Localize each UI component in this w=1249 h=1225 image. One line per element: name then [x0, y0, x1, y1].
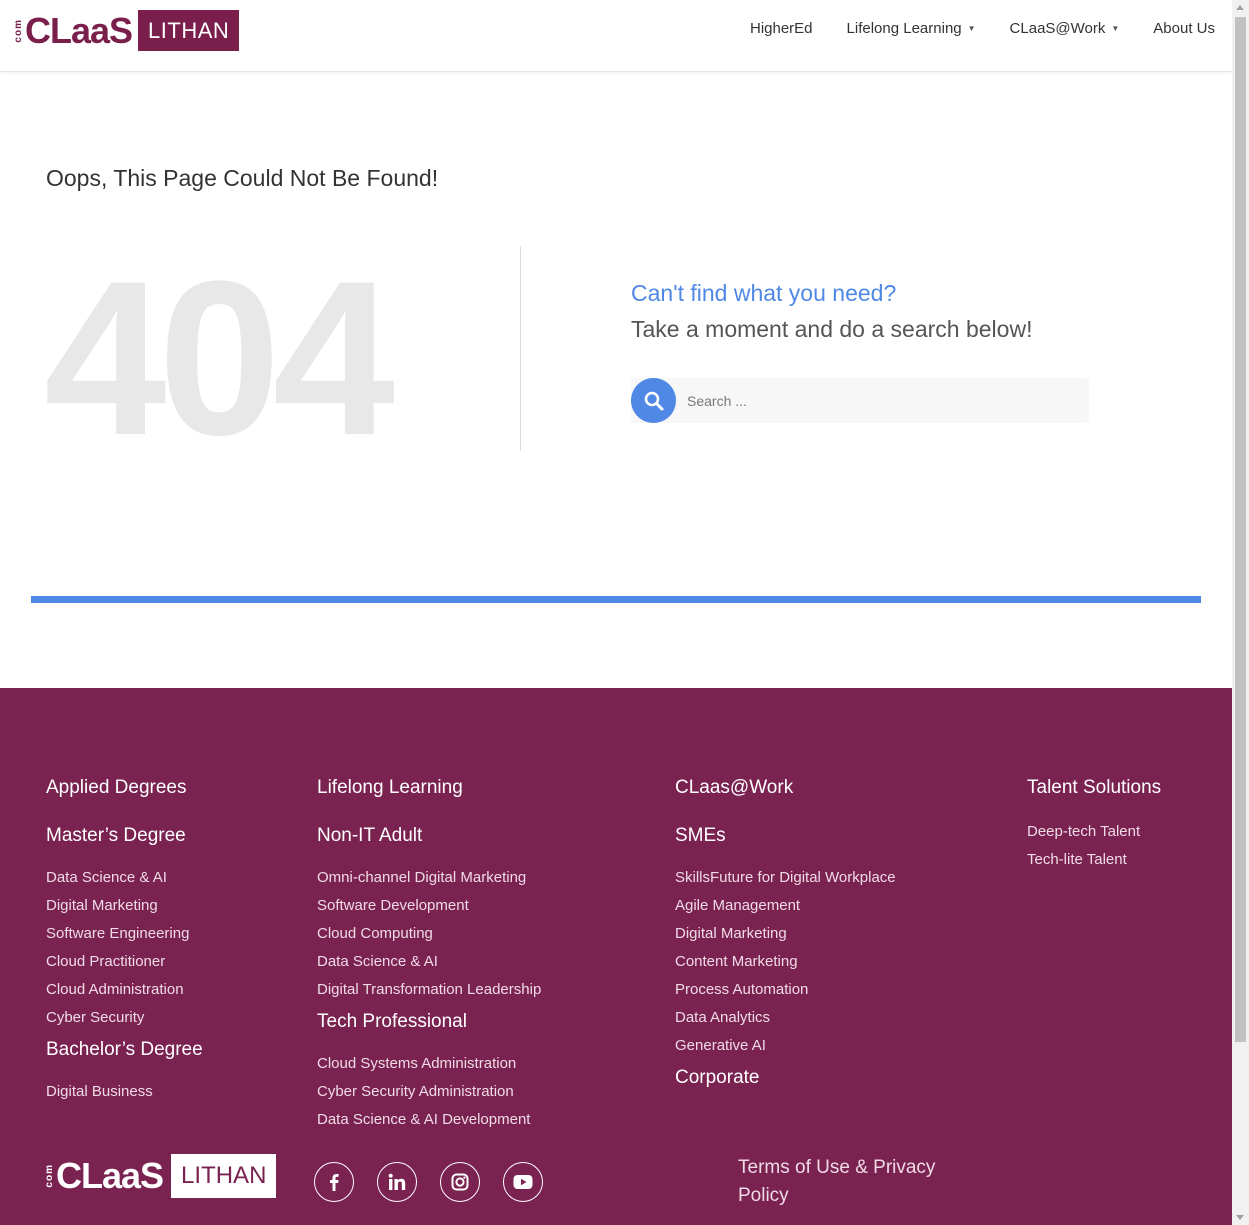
search-button[interactable] [631, 378, 676, 423]
logo-claas-text: CLaaS [56, 1155, 164, 1196]
footer-heading[interactable]: Talent Solutions [1027, 776, 1161, 822]
youtube-icon [513, 1175, 533, 1189]
footer-link[interactable]: Data Science & AI Development [317, 1110, 541, 1138]
instagram-link[interactable] [440, 1162, 480, 1202]
page-title: Oops, This Page Could Not Be Found! [46, 165, 439, 191]
caret-down-icon: ▼ [967, 24, 976, 33]
footer-link[interactable]: Deep-tech Talent [1027, 822, 1161, 850]
footer-link[interactable]: Omni-channel Digital Marketing [317, 868, 541, 896]
logo-com-text: com [44, 1164, 55, 1188]
nav-claas-at-work[interactable]: CLaaS@Work ▼ [1010, 20, 1120, 37]
site-logo[interactable]: com CLaaS LITHAN [13, 9, 240, 51]
nav-about-us[interactable]: About Us [1153, 20, 1215, 37]
footer-link[interactable]: Cyber Security Administration [317, 1082, 541, 1110]
footer-link[interactable]: Data Science & AI [46, 868, 203, 896]
main-nav: HigherEd Lifelong Learning ▼ CLaaS@Work … [750, 20, 1215, 37]
footer-subheading[interactable]: Corporate [675, 1066, 896, 1110]
social-links [314, 1162, 543, 1202]
scrollbar-thumb[interactable] [1235, 17, 1246, 1042]
nav-lifelong-learning[interactable]: Lifelong Learning ▼ [847, 20, 976, 37]
footer-link[interactable]: Cloud Practitioner [46, 952, 203, 980]
footer-heading[interactable]: Lifelong Learning [317, 776, 541, 822]
footer-link[interactable]: Digital Business [46, 1082, 203, 1110]
linkedin-link[interactable] [377, 1162, 417, 1202]
footer-link[interactable]: Digital Transformation Leadership [317, 980, 541, 1008]
site-header: com CLaaS LITHAN HigherEd Lifelong Learn… [0, 0, 1232, 72]
nav-higher-ed[interactable]: HigherEd [750, 20, 813, 37]
linkedin-icon [388, 1173, 406, 1190]
footer-col-lifelong-learning: Lifelong Learning Non-IT Adult Omni-chan… [317, 776, 541, 1138]
page-scrollbar[interactable] [1232, 0, 1249, 1225]
logo-com-text: com [13, 18, 24, 43]
footer-col-talent-solutions: Talent Solutions Deep-tech Talent Tech-l… [1027, 776, 1161, 878]
vertical-divider [520, 246, 521, 451]
footer-heading[interactable]: CLaas@Work [675, 776, 896, 822]
footer-link[interactable]: Tech-lite Talent [1027, 850, 1161, 878]
footer-link[interactable]: SkillsFuture for Digital Workplace [675, 868, 896, 896]
logo-lithan-badge: LITHAN [138, 10, 240, 51]
footer-link[interactable]: Digital Marketing [46, 896, 203, 924]
site-footer: Applied Degrees Master’s Degree Data Sci… [0, 688, 1232, 1225]
footer-link[interactable]: Cloud Systems Administration [317, 1054, 541, 1082]
scroll-down-arrow-icon[interactable] [1236, 1215, 1244, 1220]
footer-subheading[interactable]: Tech Professional [317, 1010, 541, 1054]
footer-link[interactable]: Data Science & AI [317, 952, 541, 980]
search-prompt-text: Take a moment and do a search below! [631, 316, 1033, 342]
nav-label: HigherEd [749, 20, 813, 37]
caret-down-icon: ▼ [1111, 24, 1120, 33]
footer-link[interactable]: Cloud Administration [46, 980, 203, 1008]
scroll-up-arrow-icon[interactable] [1236, 5, 1244, 10]
search-form [631, 378, 1089, 423]
terms-privacy-link[interactable]: Terms of Use & Privacy Policy [738, 1154, 958, 1210]
logo-lithan-badge: LITHAN [171, 1154, 277, 1198]
cant-find-heading: Can't find what you need? [631, 280, 897, 306]
footer-link[interactable]: Digital Marketing [675, 924, 896, 952]
footer-subheading[interactable]: Bachelor’s Degree [46, 1038, 203, 1082]
footer-subheading[interactable]: Master’s Degree [46, 824, 203, 868]
error-code-404: 404 [44, 235, 395, 481]
footer-link[interactable]: Agile Management [675, 896, 896, 924]
facebook-icon [330, 1174, 339, 1191]
horizontal-divider [31, 596, 1201, 603]
footer-subheading[interactable]: SMEs [675, 824, 896, 868]
footer-link[interactable]: Process Automation [675, 980, 896, 1008]
logo-claas-text: CLaaS [25, 9, 133, 51]
search-icon [644, 391, 663, 410]
footer-link[interactable]: Content Marketing [675, 952, 896, 980]
footer-link[interactable]: Software Engineering [46, 924, 203, 952]
footer-link[interactable]: Generative AI [675, 1036, 896, 1064]
search-input[interactable] [681, 378, 1081, 423]
facebook-link[interactable] [314, 1162, 354, 1202]
youtube-link[interactable] [503, 1162, 543, 1202]
footer-heading[interactable]: Applied Degrees [46, 776, 203, 822]
instagram-icon [451, 1173, 469, 1191]
footer-link[interactable]: Software Development [317, 896, 541, 924]
footer-link[interactable]: Cloud Computing [317, 924, 541, 952]
footer-col-claas-at-work: CLaas@Work SMEs SkillsFuture for Digital… [675, 776, 896, 1110]
nav-label: CLaaS@Work [1009, 20, 1106, 37]
nav-label: About Us [1153, 20, 1215, 37]
footer-link[interactable]: Cyber Security [46, 1008, 203, 1036]
footer-col-applied-degrees: Applied Degrees Master’s Degree Data Sci… [46, 776, 203, 1110]
footer-link[interactable]: Data Analytics [675, 1008, 896, 1036]
footer-subheading[interactable]: Non-IT Adult [317, 824, 541, 868]
nav-label: Lifelong Learning [846, 20, 962, 37]
footer-logo[interactable]: com CLaaS LITHAN [44, 1154, 277, 1198]
